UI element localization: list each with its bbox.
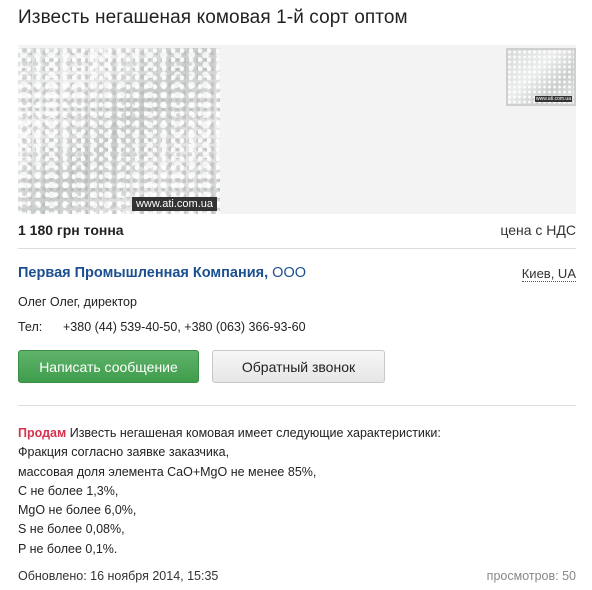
description-line: Фракция согласно заявке заказчика,: [18, 445, 230, 460]
photo-gallery: www.ati.com.ua www.ati.com.ua: [18, 45, 576, 214]
price: 1 180 грн тонна: [18, 222, 124, 238]
description-intro: Продам Известь негашеная комовая имеет с…: [18, 424, 441, 443]
thumbnail-watermark: www.ati.com.ua: [534, 96, 572, 102]
page-title: Известь негашеная комовая 1-й сорт оптом: [18, 7, 408, 28]
contact-person: Олег Олег, директор: [18, 295, 137, 309]
company-link[interactable]: Первая Промышленная Компания, ООО: [18, 265, 306, 281]
view-count: просмотров: 50: [486, 569, 576, 583]
sell-tag: Продам: [18, 426, 67, 440]
write-message-button[interactable]: Написать сообщение: [18, 350, 199, 383]
description-line: MgO не более 6,0%,: [18, 503, 137, 518]
price-row: 1 180 грн тонна цена с НДС: [18, 222, 576, 242]
location-link[interactable]: Киев, UA: [521, 266, 576, 282]
price-note: цена с НДС: [500, 222, 576, 238]
company-type: ООО: [272, 265, 307, 281]
main-product-photo[interactable]: www.ati.com.ua: [18, 48, 220, 214]
updated-date: Обновлено: 16 ноября 2014, 15:35: [18, 569, 219, 583]
description: Продам Известь негашеная комовая имеет с…: [18, 424, 441, 559]
photo-thumbnail[interactable]: www.ati.com.ua: [506, 48, 576, 106]
description-line: S не более 0,08%,: [18, 522, 125, 537]
photo-watermark: www.ati.com.ua: [131, 197, 217, 211]
phone-label: Тел:: [18, 320, 43, 334]
description-intro-text: Известь негашеная комовая имеет следующи…: [66, 426, 441, 440]
description-line: P не более 0,1%.: [18, 541, 118, 556]
description-line: С не более 1,3%,: [18, 483, 119, 498]
phone-numbers: +380 (44) 539-40-50, +380 (063) 366-93-6…: [63, 320, 306, 334]
callback-button[interactable]: Обратный звонок: [212, 350, 385, 383]
company-name: Первая Промышленная Компания,: [18, 265, 269, 281]
divider: [18, 248, 576, 249]
divider: [18, 405, 576, 406]
description-line: массовая доля элемента CaO+MgO не менее …: [18, 464, 317, 479]
